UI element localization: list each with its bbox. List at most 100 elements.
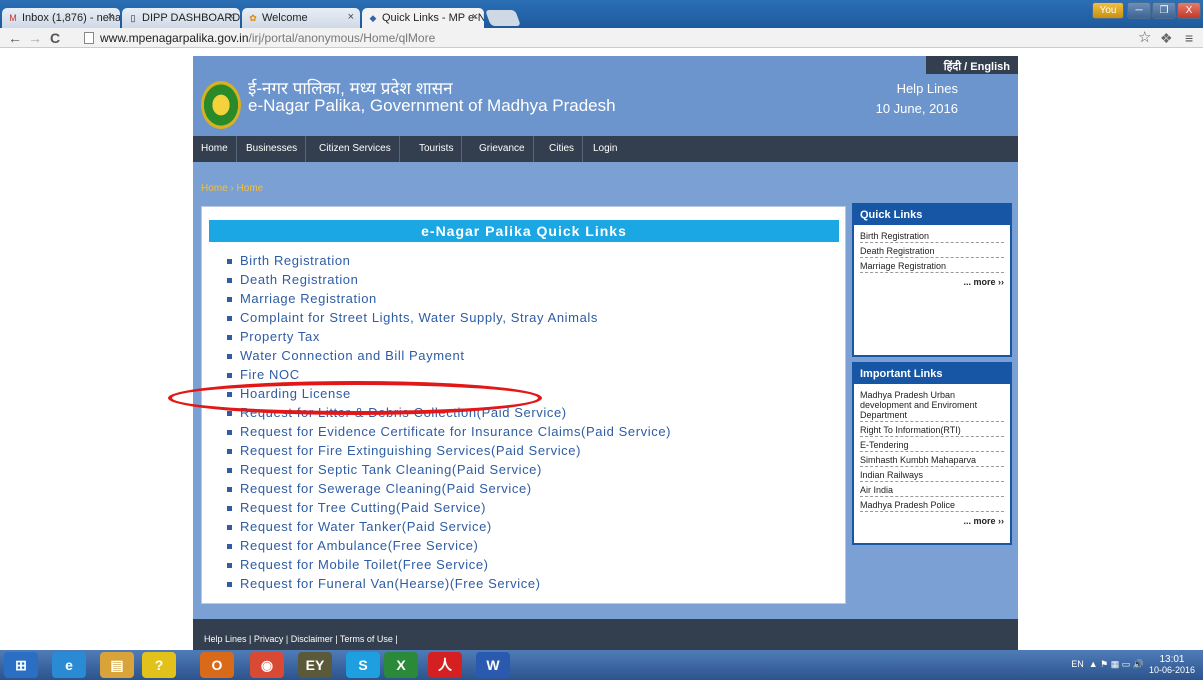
side-link[interactable]: Madhya Pradesh Police	[860, 497, 1004, 512]
nav-citizen-services[interactable]: Citizen Services	[311, 136, 400, 162]
side-link[interactable]: Marriage Registration	[860, 258, 1004, 273]
quick-links-list: Birth Registration Death Registration Ma…	[227, 253, 671, 595]
close-tab-icon[interactable]: ×	[228, 11, 234, 23]
tab-dipp[interactable]: ▯ DIPP DASHBOARD ×	[122, 8, 240, 28]
nav-businesses[interactable]: Businesses	[238, 136, 307, 162]
nav-grievance[interactable]: Grievance	[471, 136, 534, 162]
star-icon[interactable]: ☆	[1138, 29, 1151, 47]
tab-quick-links[interactable]: ◆Quick Links - MP e-Nagar×	[362, 8, 484, 28]
quick-links-panel: e-Nagar Palika Quick Links Birth Registr…	[201, 206, 846, 604]
system-tray: EN ▲ ⚑ ▦ ▭ 🔊 13:01 10-06-2016	[1071, 654, 1195, 675]
quick-links-more[interactable]: ... more ››	[854, 273, 1010, 287]
quick-links-heading: e-Nagar Palika Quick Links	[209, 220, 839, 242]
mp-emblem-logo	[201, 81, 241, 129]
side-link[interactable]: Death Registration	[860, 243, 1004, 258]
language-toggle[interactable]: हिंदी / English	[926, 56, 1018, 74]
forward-icon[interactable]: →	[28, 29, 42, 47]
side-quick-links: Quick Links Birth Registration Death Reg…	[852, 203, 1012, 357]
link-death-registration[interactable]: Death Registration	[227, 272, 671, 291]
close-window-button[interactable]: X	[1177, 2, 1201, 19]
link-ambulance[interactable]: Request for Ambulance(Free Service)	[227, 538, 671, 557]
nav-login[interactable]: Login	[585, 136, 625, 162]
tab-gmail[interactable]: MInbox (1,876) - nehapandi×	[2, 8, 120, 28]
link-tree-cutting[interactable]: Request for Tree Cutting(Paid Service)	[227, 500, 671, 519]
link-fire-extinguishing[interactable]: Request for Fire Extinguishing Services(…	[227, 443, 671, 462]
link-mobile-toilet[interactable]: Request for Mobile Toilet(Free Service)	[227, 557, 671, 576]
profile-button[interactable]: You	[1092, 2, 1124, 19]
link-septic-tank[interactable]: Request for Septic Tank Cleaning(Paid Se…	[227, 462, 671, 481]
header-date: 10 June, 2016	[875, 101, 958, 116]
side-quick-links-list: Birth Registration Death Registration Ma…	[854, 225, 1010, 273]
side-link[interactable]: E-Tendering	[860, 437, 1004, 452]
nav-home[interactable]: Home	[193, 136, 237, 162]
site-header: ई-नगर पालिका, मध्य प्रदेश शासन e-Nagar P…	[193, 56, 1018, 136]
side-link[interactable]: Birth Registration	[860, 228, 1004, 243]
close-tab-icon[interactable]: ×	[348, 11, 354, 23]
link-hoarding-license[interactable]: Hoarding License	[227, 386, 671, 405]
link-marriage-registration[interactable]: Marriage Registration	[227, 291, 671, 310]
side-link[interactable]: Madhya Pradesh Urban development and Env…	[860, 387, 1004, 422]
word-icon[interactable]: W	[476, 652, 510, 678]
maximize-button[interactable]: ❐	[1152, 2, 1176, 19]
close-tab-icon[interactable]: ×	[108, 11, 114, 23]
language-indicator[interactable]: EN	[1071, 659, 1084, 669]
windows-taskbar: ⊞ e ▤? O ◉ EY S X 人 W EN ▲ ⚑ ▦ ▭ 🔊 13:01 10-06-201…	[0, 650, 1203, 680]
browser-tab-strip: MInbox (1,876) - nehapandi× ▯DIPP DASHBO…	[0, 0, 1203, 28]
welcome-icon: ✿	[249, 13, 257, 23]
side-link[interactable]: Air India	[860, 482, 1004, 497]
address-bar: ← → C www.mpenagarpalika.gov.in/irj/port…	[0, 28, 1203, 48]
menu-icon[interactable]: ≡	[1185, 29, 1193, 47]
minimize-button[interactable]: ─	[1127, 2, 1151, 19]
site-title-english: e-Nagar Palika, Government of Madhya Pra…	[248, 96, 616, 115]
site-container: ई-नगर पालिका, मध्य प्रदेश शासन e-Nagar P…	[193, 56, 1018, 658]
link-water-tanker[interactable]: Request for Water Tanker(Paid Service)	[227, 519, 671, 538]
link-evidence-certificate[interactable]: Request for Evidence Certificate for Ins…	[227, 424, 671, 443]
reload-icon[interactable]: C	[50, 29, 60, 47]
side-link[interactable]: Right To Information(RTI)	[860, 422, 1004, 437]
link-fire-noc[interactable]: Fire NOC	[227, 367, 671, 386]
acrobat-icon[interactable]: 人	[428, 652, 462, 678]
discover-icon[interactable]: EY	[298, 652, 332, 678]
breadcrumb[interactable]: Home › Home	[201, 183, 263, 194]
ie-icon[interactable]: e	[52, 652, 86, 678]
excel-icon[interactable]: X	[384, 652, 418, 678]
url-field[interactable]: www.mpenagarpalika.gov.in/irj/portal/ano…	[84, 30, 435, 46]
new-tab-button[interactable]	[485, 10, 521, 26]
nav-cities[interactable]: Cities	[541, 136, 584, 162]
chrome-icon[interactable]: ◉	[250, 652, 284, 678]
side-important-links-list: Madhya Pradesh Urban development and Env…	[854, 384, 1010, 512]
windows-start-icon[interactable]: ⊞	[4, 652, 38, 678]
page-viewport: ई-नगर पालिका, मध्य प्रदेश शासन e-Nagar P…	[0, 48, 1203, 658]
side-important-links: Important Links Madhya Pradesh Urban dev…	[852, 362, 1012, 545]
clock-time: 13:01	[1159, 654, 1185, 665]
link-sewerage-cleaning[interactable]: Request for Sewerage Cleaning(Paid Servi…	[227, 481, 671, 500]
link-funeral-van[interactable]: Request for Funeral Van(Hearse)(Free Ser…	[227, 576, 671, 595]
helplines-link[interactable]: Help Lines	[897, 81, 958, 96]
nav-tourists[interactable]: Tourists	[411, 136, 463, 162]
link-property-tax[interactable]: Property Tax	[227, 329, 671, 348]
important-links-more[interactable]: ... more ››	[854, 512, 1010, 526]
link-litter-debris[interactable]: Request for Litter & Debris Collection(P…	[227, 405, 671, 424]
back-icon[interactable]: ←	[8, 29, 22, 47]
emblem-icon: ◆	[369, 13, 377, 23]
link-water-connection[interactable]: Water Connection and Bill Payment	[227, 348, 671, 367]
side-link[interactable]: Indian Railways	[860, 467, 1004, 482]
page-icon: ▯	[130, 13, 136, 23]
side-important-links-title: Important Links	[854, 364, 1010, 384]
extension-icon[interactable]: ❖	[1160, 29, 1173, 47]
side-link[interactable]: Simhasth Kumbh Mahaparva	[860, 452, 1004, 467]
clock-date: 10-06-2016	[1148, 665, 1195, 675]
explorer-icon[interactable]: ▤	[100, 652, 134, 678]
page-icon	[84, 32, 94, 44]
skype-icon[interactable]: S	[346, 652, 380, 678]
link-complaint[interactable]: Complaint for Street Lights, Water Suppl…	[227, 310, 671, 329]
clock[interactable]: 13:01 10-06-2016	[1149, 654, 1195, 675]
tray-icons[interactable]: ▲ ⚑ ▦ ▭ 🔊	[1086, 659, 1146, 669]
outlook-icon[interactable]: O	[200, 652, 234, 678]
main-nav: Home Businesses Citizen Services Tourist…	[193, 136, 1018, 162]
gmail-icon: M	[9, 13, 17, 23]
link-birth-registration[interactable]: Birth Registration	[227, 253, 671, 272]
tab-welcome[interactable]: ✿ Welcome ×	[242, 8, 360, 28]
help-icon[interactable]: ?	[142, 652, 176, 678]
close-tab-icon[interactable]: ×	[472, 11, 478, 23]
